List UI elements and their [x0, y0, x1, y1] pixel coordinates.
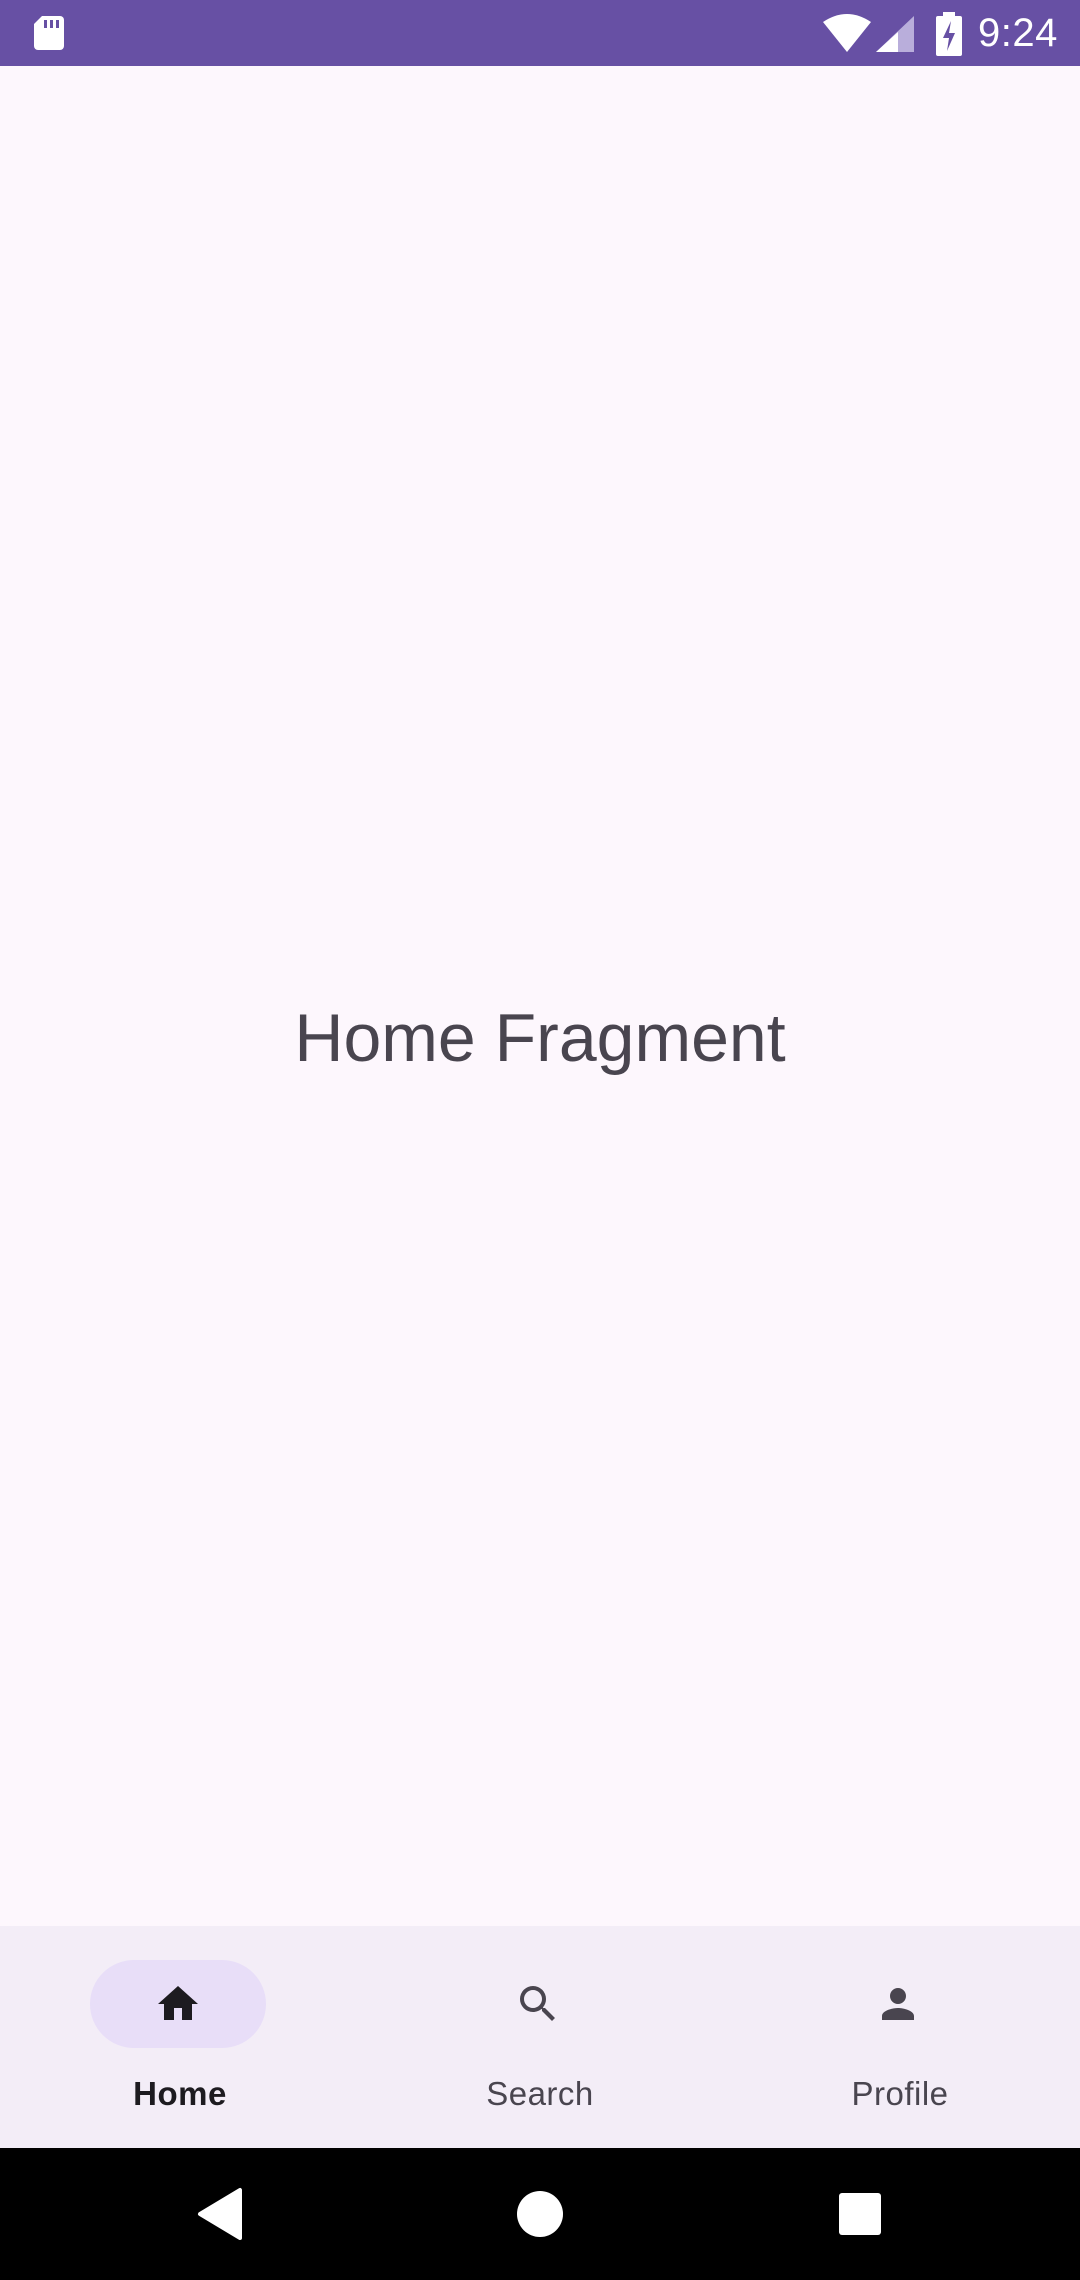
nav-label-home: Home	[133, 2075, 227, 2112]
person-icon	[882, 1988, 914, 2020]
nav-label-search: Search	[486, 2075, 594, 2112]
status-bar: 9:24	[0, 0, 1080, 66]
recents-square-icon[interactable]	[830, 2184, 890, 2244]
fragment-title: Home Fragment	[294, 1000, 786, 1076]
content-area: Home Fragment	[0, 66, 1080, 1926]
status-clock: 9:24	[978, 11, 1058, 55]
wifi-icon	[823, 14, 871, 52]
home-circle-icon[interactable]	[510, 2184, 570, 2244]
nav-item-profile[interactable]: Profile	[720, 1926, 1080, 2148]
nav-label-profile: Profile	[851, 2075, 949, 2112]
battery-charging-icon	[936, 12, 962, 56]
sd-card-icon	[34, 16, 64, 50]
bottom-navigation-bar: Home Search Profile	[0, 1926, 1080, 2148]
cell-signal-icon	[876, 16, 914, 52]
back-icon[interactable]	[190, 2184, 250, 2244]
nav-item-search[interactable]: Search	[360, 1926, 720, 2148]
nav-item-home[interactable]: Home	[0, 1926, 360, 2148]
system-navigation-bar	[0, 2148, 1080, 2280]
search-icon	[520, 1986, 555, 2021]
home-icon	[158, 1986, 198, 2020]
